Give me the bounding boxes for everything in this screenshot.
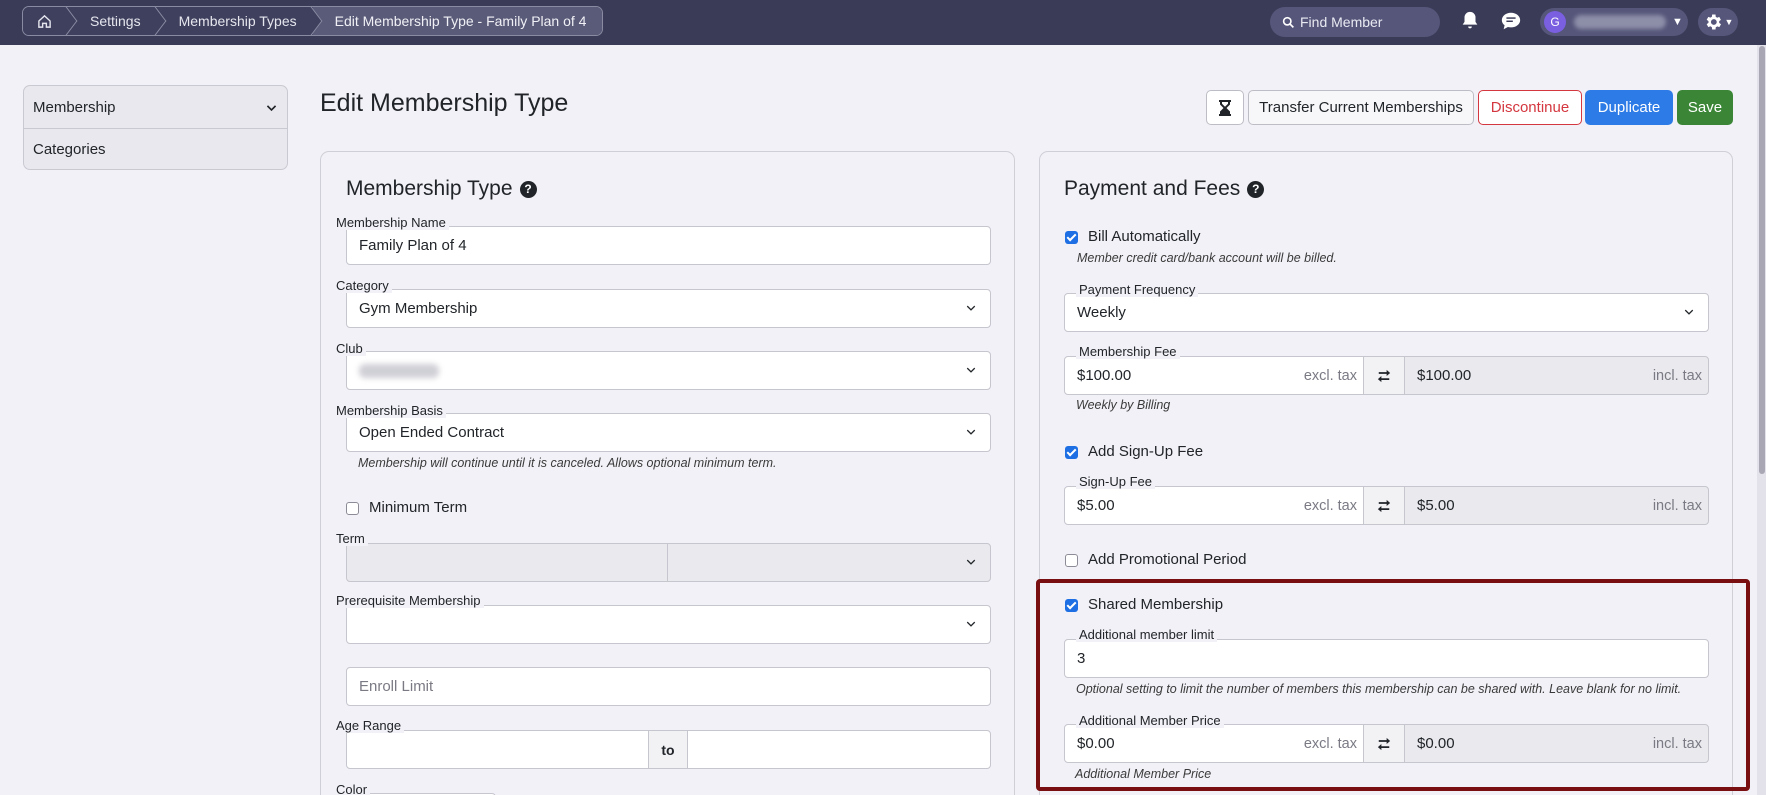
chevron-down-icon: ▼ bbox=[1724, 17, 1734, 27]
breadcrumb-settings[interactable]: Settings bbox=[68, 7, 157, 35]
age-range-to: to bbox=[648, 730, 688, 769]
swap-tax-button[interactable] bbox=[1364, 356, 1404, 395]
membership-basis-hint: Membership will continue until it is can… bbox=[358, 456, 777, 470]
incl-tax-unit: incl. tax bbox=[1652, 497, 1702, 514]
promotional-period-checkbox[interactable] bbox=[1065, 554, 1078, 567]
club-value-redacted bbox=[359, 363, 439, 378]
bill-automatically-checkbox[interactable] bbox=[1065, 231, 1078, 244]
enroll-limit-input[interactable]: Enroll Limit bbox=[346, 667, 991, 706]
sidebar-item-membership[interactable]: Membership bbox=[24, 86, 287, 128]
chevron-down-icon bbox=[966, 305, 976, 311]
sign-up-fee-incl-input: $5.00 incl. tax bbox=[1404, 486, 1709, 525]
club-label: Club bbox=[333, 341, 366, 356]
breadcrumb: Settings Membership Types Edit Membershi… bbox=[22, 6, 604, 36]
sign-up-fee-row: $5.00 excl. tax $5.00 incl. tax bbox=[1064, 486, 1709, 525]
excl-tax-unit: excl. tax bbox=[1303, 367, 1357, 384]
age-range-min-input[interactable] bbox=[346, 730, 649, 769]
payment-frequency-label: Payment Frequency bbox=[1076, 282, 1199, 297]
prerequisite-select[interactable] bbox=[346, 605, 991, 644]
membership-fee-excl-input[interactable]: $100.00 excl. tax bbox=[1064, 356, 1364, 395]
home-icon bbox=[38, 14, 51, 28]
category-select[interactable]: Gym Membership bbox=[346, 289, 991, 328]
shared-membership-highlight bbox=[1036, 579, 1750, 791]
membership-type-title: Membership Type ? bbox=[346, 177, 537, 201]
promotional-period-label: Add Promotional Period bbox=[1088, 551, 1247, 568]
chevron-down-icon bbox=[966, 559, 976, 565]
swap-arrows-icon bbox=[1377, 369, 1391, 382]
bill-automatically-hint: Member credit card/bank account will be … bbox=[1077, 251, 1337, 265]
user-name-redacted bbox=[1574, 15, 1666, 29]
chevron-down-icon bbox=[966, 621, 976, 627]
membership-basis-select[interactable]: Open Ended Contract bbox=[346, 413, 991, 452]
sign-up-fee-checkbox[interactable] bbox=[1065, 446, 1078, 459]
page-title: Edit Membership Type bbox=[320, 89, 569, 117]
term-unit-select bbox=[667, 543, 991, 582]
incl-tax-unit: incl. tax bbox=[1652, 367, 1702, 384]
chevron-down-icon bbox=[966, 429, 976, 435]
hourglass-icon bbox=[1219, 99, 1231, 116]
sign-up-fee-excl-input[interactable]: $5.00 excl. tax bbox=[1064, 486, 1364, 525]
discontinue-button[interactable]: Discontinue bbox=[1478, 90, 1582, 125]
bell-icon[interactable] bbox=[1459, 10, 1481, 32]
avatar: G bbox=[1544, 11, 1566, 33]
additional-member-limit-label: Additional member limit bbox=[1076, 627, 1218, 642]
membership-fee-incl-input: $100.00 incl. tax bbox=[1404, 356, 1709, 395]
chat-icon[interactable] bbox=[1500, 10, 1522, 32]
category-label: Category bbox=[333, 278, 392, 293]
chevron-down-icon bbox=[966, 367, 976, 373]
age-range-max-input[interactable] bbox=[687, 730, 991, 769]
help-icon[interactable]: ? bbox=[1247, 180, 1265, 198]
prerequisite-label: Prerequisite Membership bbox=[333, 593, 484, 608]
chevron-down-icon: ▼ bbox=[1672, 16, 1683, 28]
membership-name-label: Membership Name bbox=[333, 215, 449, 230]
membership-fee-hint: Weekly by Billing bbox=[1076, 398, 1171, 412]
settings-menu[interactable]: ▼ bbox=[1698, 8, 1738, 36]
save-button[interactable]: Save bbox=[1677, 90, 1733, 125]
top-navbar: Settings Membership Types Edit Membershi… bbox=[0, 0, 1766, 45]
transfer-memberships-button[interactable]: Transfer Current Memberships bbox=[1248, 90, 1474, 125]
payment-frequency-select[interactable]: Weekly bbox=[1064, 293, 1709, 332]
excl-tax-unit: excl. tax bbox=[1303, 497, 1357, 514]
sign-up-fee-checkbox-label: Add Sign-Up Fee bbox=[1088, 443, 1204, 460]
breadcrumb-membership-types[interactable]: Membership Types bbox=[156, 7, 313, 35]
payment-fees-title: Payment and Fees ? bbox=[1064, 177, 1265, 201]
bill-automatically-label: Bill Automatically bbox=[1088, 228, 1201, 245]
sidebar-item-categories[interactable]: Categories bbox=[24, 128, 287, 169]
minimum-term-label: Minimum Term bbox=[369, 499, 468, 516]
sidebar: Membership Categories bbox=[23, 85, 288, 170]
minimum-term-checkbox[interactable] bbox=[346, 502, 359, 515]
sign-up-fee-label: Sign-Up Fee bbox=[1076, 474, 1155, 489]
color-label: Color bbox=[333, 782, 371, 795]
find-member-search[interactable]: Find Member bbox=[1270, 7, 1440, 37]
chevron-down-icon bbox=[266, 104, 277, 111]
breadcrumb-home[interactable] bbox=[23, 7, 68, 35]
gear-icon bbox=[1706, 14, 1721, 30]
term-value-input bbox=[346, 543, 668, 582]
duplicate-button[interactable]: Duplicate bbox=[1585, 90, 1673, 125]
swap-arrows-icon bbox=[1377, 499, 1391, 512]
additional-member-price-label: Additional Member Price bbox=[1076, 713, 1224, 728]
age-range-label: Age Range bbox=[333, 718, 405, 733]
term-label: Term bbox=[333, 531, 368, 546]
membership-fee-row: $100.00 excl. tax $100.00 incl. tax bbox=[1064, 356, 1709, 395]
club-select[interactable] bbox=[346, 351, 991, 390]
chevron-down-icon bbox=[1684, 309, 1694, 315]
history-button[interactable] bbox=[1206, 90, 1244, 125]
membership-name-input[interactable]: Family Plan of 4 bbox=[346, 226, 991, 265]
help-icon[interactable]: ? bbox=[519, 180, 537, 198]
membership-fee-label: Membership Fee bbox=[1076, 344, 1180, 359]
user-menu[interactable]: G ▼ bbox=[1540, 8, 1688, 36]
swap-tax-button[interactable] bbox=[1364, 486, 1404, 525]
membership-basis-label: Membership Basis bbox=[333, 403, 446, 418]
membership-type-card: Membership Type ? Membership Name Family… bbox=[320, 151, 1015, 795]
page-scrollbar-thumb[interactable] bbox=[1759, 46, 1765, 474]
search-icon bbox=[1282, 16, 1294, 28]
breadcrumb-current: Edit Membership Type - Family Plan of 4 bbox=[312, 7, 603, 35]
